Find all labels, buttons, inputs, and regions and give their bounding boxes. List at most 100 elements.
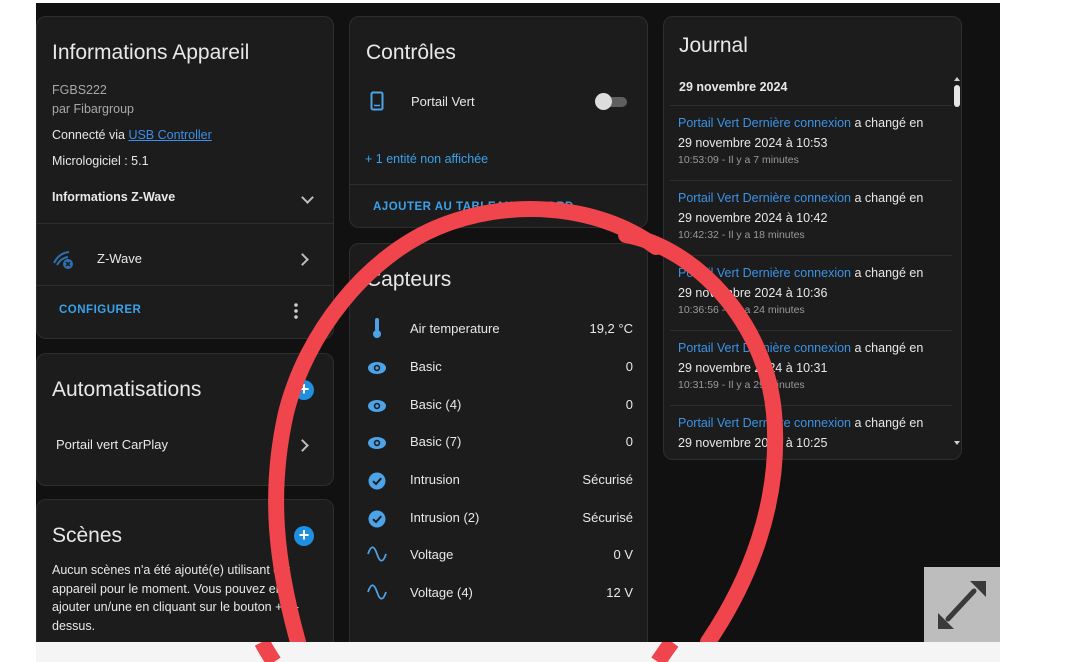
journal-entry-link[interactable]: Portail Vert Dernière connexion bbox=[678, 416, 851, 430]
eye-icon bbox=[368, 400, 386, 412]
journal-entry-link[interactable]: Portail Vert Dernière connexion bbox=[678, 191, 851, 205]
automations-card: Automatisations + Portail vert CarPlay bbox=[36, 353, 334, 486]
sensor-value: Sécurisé bbox=[582, 510, 633, 525]
configure-button[interactable]: CONFIGURER bbox=[59, 304, 141, 316]
sine-wave-icon bbox=[367, 584, 387, 600]
zwave-icon bbox=[53, 251, 73, 269]
journal-card: Journal 29 novembre 2024 Portail Vert De… bbox=[663, 16, 962, 460]
sensor-label: Voltage (4) bbox=[410, 585, 473, 600]
firmware-version: Micrologiciel : 5.1 bbox=[52, 154, 149, 168]
journal-entry-time: 10:42:32 - Il y a 18 minutes bbox=[678, 229, 805, 241]
sensor-value: 0 bbox=[625, 434, 633, 449]
sensor-value: 0 bbox=[625, 397, 633, 412]
divider bbox=[670, 255, 952, 256]
check-circle-icon bbox=[368, 510, 386, 528]
dashboard-stage: Informations Appareil FGBS222 par Fibarg… bbox=[36, 3, 1000, 642]
sensor-value: 19,2 °C bbox=[589, 321, 633, 336]
page-bottom-strip bbox=[36, 642, 1000, 662]
thermometer-icon bbox=[373, 318, 381, 338]
sine-wave-icon bbox=[367, 546, 387, 562]
journal-entry-datetime: 29 novembre 2024 à 10:25 bbox=[678, 436, 828, 450]
sensor-value: 0 V bbox=[613, 547, 633, 562]
scroll-up-arrow[interactable] bbox=[954, 77, 960, 81]
journal-entry-datetime: 29 novembre 2024 à 10:53 bbox=[678, 136, 828, 150]
journal-entry-text: a changé en bbox=[851, 191, 924, 205]
sensors-card: Capteurs Air temperature 19,2 °C Basic 0… bbox=[349, 243, 648, 642]
sensor-label: Intrusion (2) bbox=[410, 510, 480, 525]
add-scene-button[interactable]: + bbox=[294, 526, 314, 546]
journal-entry-text: a changé en bbox=[851, 266, 924, 280]
journal-entry: Portail Vert Dernière connexion a changé… bbox=[678, 188, 948, 242]
journal-entry-datetime: 29 novembre 2024 à 10:31 bbox=[678, 361, 828, 375]
zwave-info-toggle[interactable]: Informations Z-Wave bbox=[52, 190, 175, 204]
sensor-label: Intrusion bbox=[410, 472, 460, 487]
sensor-label: Air temperature bbox=[410, 321, 500, 336]
divider bbox=[670, 330, 952, 331]
chevron-down-icon[interactable] bbox=[301, 191, 314, 204]
connected-via: Connecté via USB Controller bbox=[52, 128, 212, 142]
sensor-label: Basic (7) bbox=[410, 434, 462, 449]
device-info-title: Informations Appareil bbox=[52, 41, 250, 64]
journal-entry-time: 10:53:09 - Il y a 7 minutes bbox=[678, 154, 799, 166]
automation-item[interactable]: Portail vert CarPlay bbox=[56, 437, 168, 452]
journal-entry: Portail Vert Dernière connexion a changé… bbox=[678, 113, 948, 167]
journal-entry-link[interactable]: Portail Vert Dernière connexion bbox=[678, 116, 851, 130]
automations-title: Automatisations bbox=[52, 378, 202, 401]
journal-entry-link[interactable]: Portail Vert Dernière connexion bbox=[678, 341, 851, 355]
red-annotation-circle-bottom bbox=[254, 642, 679, 662]
journal-entry-text: a changé en bbox=[851, 116, 924, 130]
scenes-empty-text: Aucun scènes n'a été ajouté(e) utilisant… bbox=[52, 563, 300, 633]
journal-title: Journal bbox=[679, 34, 748, 57]
journal-entry: Portail Vert Dernière connexion a changé… bbox=[678, 413, 948, 453]
divider bbox=[670, 105, 952, 106]
journal-entry: Portail Vert Dernière connexion a changé… bbox=[678, 263, 948, 317]
sensors-title: Capteurs bbox=[366, 268, 452, 291]
journal-date-header: 29 novembre 2024 bbox=[679, 80, 788, 94]
usb-controller-link[interactable]: USB Controller bbox=[128, 128, 211, 142]
connected-via-prefix: Connecté via bbox=[52, 128, 129, 142]
sensor-value: 0 bbox=[625, 359, 633, 374]
gate-icon bbox=[370, 91, 384, 111]
sensor-label: Basic (4) bbox=[410, 397, 462, 412]
add-to-dashboard-button[interactable]: AJOUTER AU TABLEAU DE BORD bbox=[373, 201, 574, 213]
zwave-link[interactable]: Z-Wave bbox=[97, 251, 142, 266]
add-automation-button[interactable]: + bbox=[294, 380, 314, 400]
divider bbox=[670, 405, 952, 406]
scroll-down-arrow[interactable] bbox=[954, 441, 960, 445]
journal-entry-datetime: 29 novembre 2024 à 10:42 bbox=[678, 211, 828, 225]
expand-fullscreen-button[interactable] bbox=[924, 567, 1000, 642]
chevron-right-icon[interactable] bbox=[296, 439, 309, 452]
divider bbox=[670, 180, 952, 181]
controls-card: Contrôles Portail Vert + 1 entité non af… bbox=[349, 16, 648, 228]
chevron-right-icon[interactable] bbox=[296, 253, 309, 266]
divider bbox=[37, 285, 333, 286]
scroll-thumb[interactable] bbox=[954, 85, 960, 107]
controls-title: Contrôles bbox=[366, 41, 456, 64]
device-manufacturer: par Fibargroup bbox=[52, 102, 134, 116]
sensor-label: Voltage bbox=[410, 547, 454, 562]
journal-entry-text: a changé en bbox=[851, 416, 924, 430]
journal-entry-time: 10:31:59 - Il y a 29 minutes bbox=[678, 379, 805, 391]
scenes-title: Scènes bbox=[52, 524, 123, 547]
more-vert-icon[interactable] bbox=[293, 302, 299, 320]
portail-vert-entity[interactable]: Portail Vert bbox=[411, 94, 475, 109]
device-model: FGBS222 bbox=[52, 83, 107, 97]
sensor-label: Basic bbox=[410, 359, 442, 374]
eye-icon bbox=[368, 437, 386, 449]
sensor-value: Sécurisé bbox=[582, 472, 633, 487]
journal-scrollbar[interactable] bbox=[953, 77, 961, 457]
eye-icon bbox=[368, 362, 386, 374]
journal-entry-link[interactable]: Portail Vert Dernière connexion bbox=[678, 266, 851, 280]
journal-entry-datetime: 29 novembre 2024 à 10:36 bbox=[678, 286, 828, 300]
sensor-value: 12 V bbox=[606, 585, 633, 600]
journal-entry: Portail Vert Dernière connexion a changé… bbox=[678, 338, 948, 392]
journal-entry-time: 10:36:56 - Il y a 24 minutes bbox=[678, 304, 805, 316]
divider bbox=[350, 184, 647, 185]
divider bbox=[37, 223, 333, 224]
scenes-card: Scènes + Aucun scènes n'a été ajouté(e) … bbox=[36, 499, 334, 642]
hidden-entities-link[interactable]: + 1 entité non affichée bbox=[365, 152, 488, 166]
portail-vert-toggle[interactable] bbox=[595, 93, 628, 110]
expand-arrows-icon bbox=[938, 581, 986, 629]
check-circle-icon bbox=[368, 472, 386, 490]
device-info-card: Informations Appareil FGBS222 par Fibarg… bbox=[36, 16, 334, 339]
